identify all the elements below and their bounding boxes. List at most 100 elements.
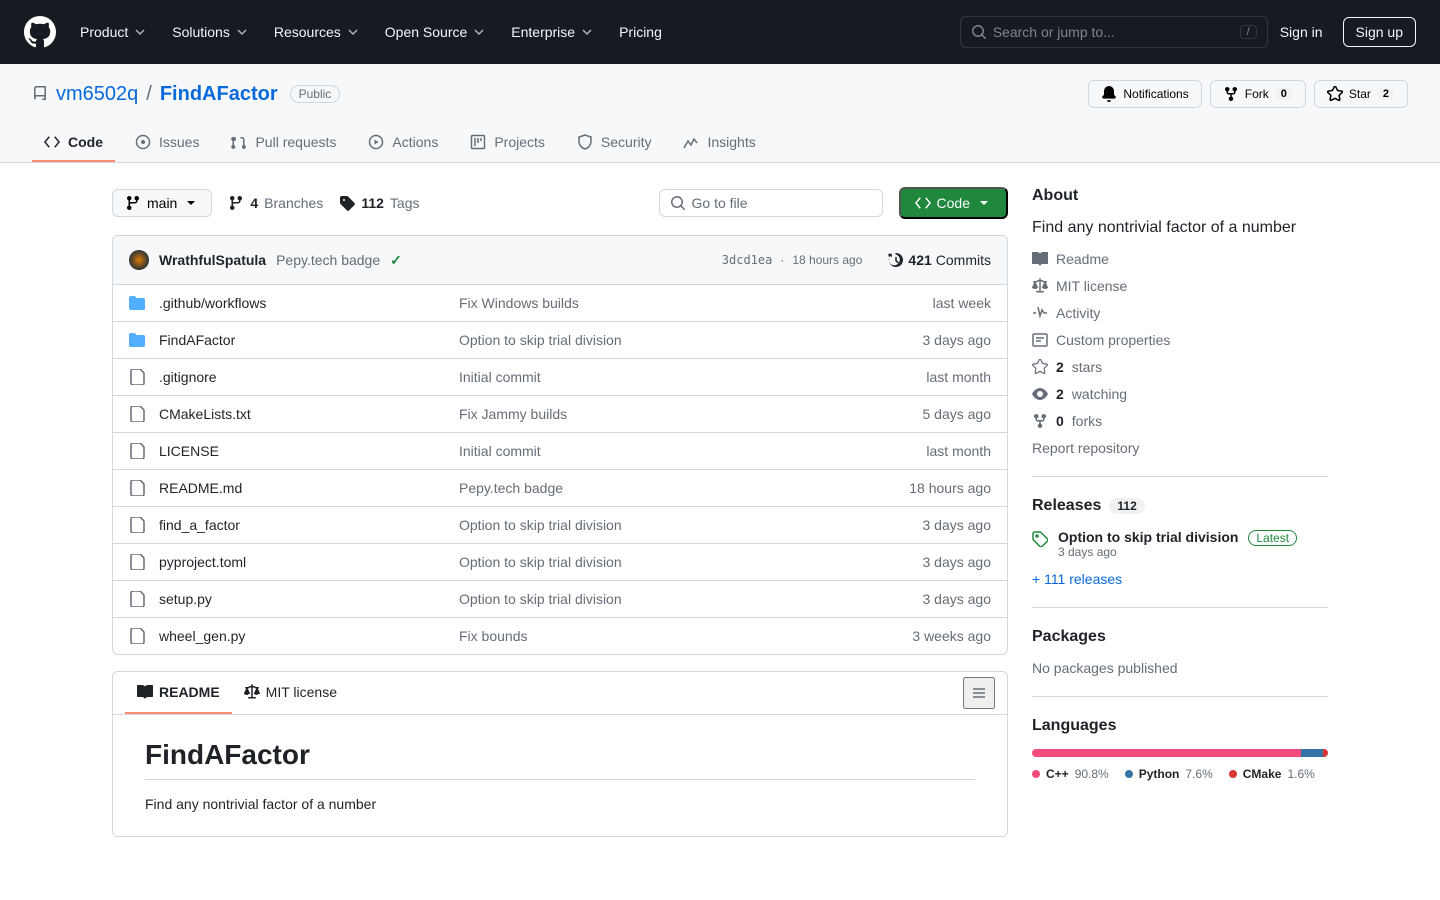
file-name-link[interactable]: .github/workflows [159, 295, 459, 311]
branch-selector[interactable]: main [112, 189, 212, 217]
tab-projects[interactable]: Projects [458, 124, 557, 162]
tab-security[interactable]: Security [565, 124, 664, 162]
file-name-link[interactable]: wheel_gen.py [159, 628, 459, 644]
commit-time: 18 hours ago [792, 253, 862, 267]
custom-properties-link[interactable]: Custom properties [1032, 332, 1328, 348]
latest-release[interactable]: Option to skip trial division Latest 3 d… [1032, 529, 1328, 559]
file-row: LICENSE Initial commit last month [113, 433, 1007, 470]
branches-link[interactable]: 4 Branches [228, 195, 323, 211]
language-item[interactable]: CMake 1.6% [1229, 767, 1315, 781]
file-name-link[interactable]: README.md [159, 480, 459, 496]
language-bar-segment[interactable] [1301, 749, 1323, 757]
insights-icon [683, 134, 699, 150]
tags-link[interactable]: 112 Tags [339, 195, 419, 211]
file-commit-msg[interactable]: Option to skip trial division [459, 332, 861, 348]
fork-count: 0 [1275, 88, 1293, 100]
tab-code[interactable]: Code [32, 124, 115, 162]
topnav-item-resources[interactable]: Resources [266, 16, 369, 48]
file-commit-msg[interactable]: Pepy.tech badge [459, 480, 861, 496]
code-icon [915, 195, 931, 211]
repo-owner-link[interactable]: vm6502q [56, 83, 138, 106]
activity-link[interactable]: Activity [1032, 305, 1328, 321]
file-time: 3 weeks ago [861, 628, 991, 644]
tab-pull-requests[interactable]: Pull requests [219, 124, 348, 162]
file-icon [129, 591, 145, 607]
file-name-link[interactable]: FindAFactor [159, 332, 459, 348]
releases-count: 112 [1109, 498, 1144, 514]
issues-icon [135, 134, 151, 150]
book-icon [137, 684, 153, 700]
readme-link[interactable]: Readme [1032, 251, 1328, 267]
fork-button[interactable]: Fork 0 [1210, 80, 1306, 108]
latest-badge: Latest [1248, 530, 1297, 546]
file-commit-msg[interactable]: Fix Windows builds [459, 295, 861, 311]
file-name-link[interactable]: setup.py [159, 591, 459, 607]
license-link[interactable]: MIT license [1032, 278, 1328, 294]
find-file-input[interactable]: Go to file [659, 189, 883, 217]
file-row: pyproject.toml Option to skip trial divi… [113, 544, 1007, 581]
tab-issues[interactable]: Issues [123, 124, 211, 162]
language-bar-segment[interactable] [1323, 749, 1328, 757]
notifications-button[interactable]: Notifications [1088, 80, 1201, 108]
topnav-item-open-source[interactable]: Open Source [377, 16, 496, 48]
releases-heading[interactable]: Releases 112 [1032, 497, 1328, 515]
toc-button[interactable] [963, 677, 995, 709]
tab-license[interactable]: MIT license [232, 672, 349, 714]
file-name-link[interactable]: .gitignore [159, 369, 459, 385]
tag-icon [1032, 531, 1048, 547]
law-icon [244, 684, 260, 700]
file-name-link[interactable]: pyproject.toml [159, 554, 459, 570]
branch-icon [228, 195, 244, 211]
language-item[interactable]: Python 7.6% [1125, 767, 1213, 781]
topnav-item-product[interactable]: Product [72, 16, 156, 48]
more-releases-link[interactable]: + 111 releases [1032, 571, 1122, 587]
github-logo-icon[interactable] [24, 16, 56, 48]
topnav-item-enterprise[interactable]: Enterprise [503, 16, 603, 48]
check-icon[interactable]: ✓ [390, 252, 402, 269]
file-commit-msg[interactable]: Fix bounds [459, 628, 861, 644]
file-icon [129, 369, 145, 385]
file-row: setup.py Option to skip trial division 3… [113, 581, 1007, 618]
search-input[interactable]: Search or jump to... / [960, 16, 1268, 48]
commit-hash[interactable]: 3dcd1ea [722, 253, 773, 267]
file-commit-msg[interactable]: Initial commit [459, 443, 861, 459]
file-commit-msg[interactable]: Option to skip trial division [459, 517, 861, 533]
sign-up-button[interactable]: Sign up [1343, 17, 1416, 47]
report-link[interactable]: Report repository [1032, 440, 1328, 456]
file-time: 3 days ago [861, 591, 991, 607]
tab-readme[interactable]: README [125, 672, 232, 714]
star-button[interactable]: Star 2 [1314, 80, 1408, 108]
repo-name-link[interactable]: FindAFactor [160, 83, 278, 106]
commits-link[interactable]: 421 Commits [888, 252, 991, 268]
code-button[interactable]: Code [899, 187, 1008, 219]
sign-in-link[interactable]: Sign in [1268, 16, 1335, 48]
history-icon [888, 252, 904, 268]
commit-author[interactable]: WrathfulSpatula [159, 252, 266, 268]
language-item[interactable]: C++ 90.8% [1032, 767, 1109, 781]
languages-heading: Languages [1032, 717, 1328, 735]
stars-link[interactable]: 2 stars [1032, 359, 1328, 375]
file-name-link[interactable]: CMakeLists.txt [159, 406, 459, 422]
file-name-link[interactable]: LICENSE [159, 443, 459, 459]
file-commit-msg[interactable]: Initial commit [459, 369, 861, 385]
file-commit-msg[interactable]: Option to skip trial division [459, 591, 861, 607]
commit-message[interactable]: Pepy.tech badge [276, 252, 380, 268]
top-nav: ProductSolutionsResourcesOpen SourceEnte… [72, 16, 670, 48]
topnav-item-pricing[interactable]: Pricing [611, 16, 670, 48]
chevron-down-icon [471, 24, 487, 40]
tab-actions[interactable]: Actions [356, 124, 450, 162]
watching-link[interactable]: 2 watching [1032, 386, 1328, 402]
tab-insights[interactable]: Insights [671, 124, 767, 162]
avatar[interactable] [129, 250, 149, 270]
topnav-item-solutions[interactable]: Solutions [164, 16, 258, 48]
folder-icon [129, 332, 145, 348]
lang-dot-icon [1229, 770, 1237, 778]
file-commit-msg[interactable]: Option to skip trial division [459, 554, 861, 570]
forks-link[interactable]: 0 forks [1032, 413, 1328, 429]
file-name-link[interactable]: find_a_factor [159, 517, 459, 533]
search-icon [971, 24, 987, 40]
language-bar-segment[interactable] [1032, 749, 1301, 757]
repo-icon [32, 86, 48, 102]
file-commit-msg[interactable]: Fix Jammy builds [459, 406, 861, 422]
packages-heading[interactable]: Packages [1032, 628, 1328, 646]
